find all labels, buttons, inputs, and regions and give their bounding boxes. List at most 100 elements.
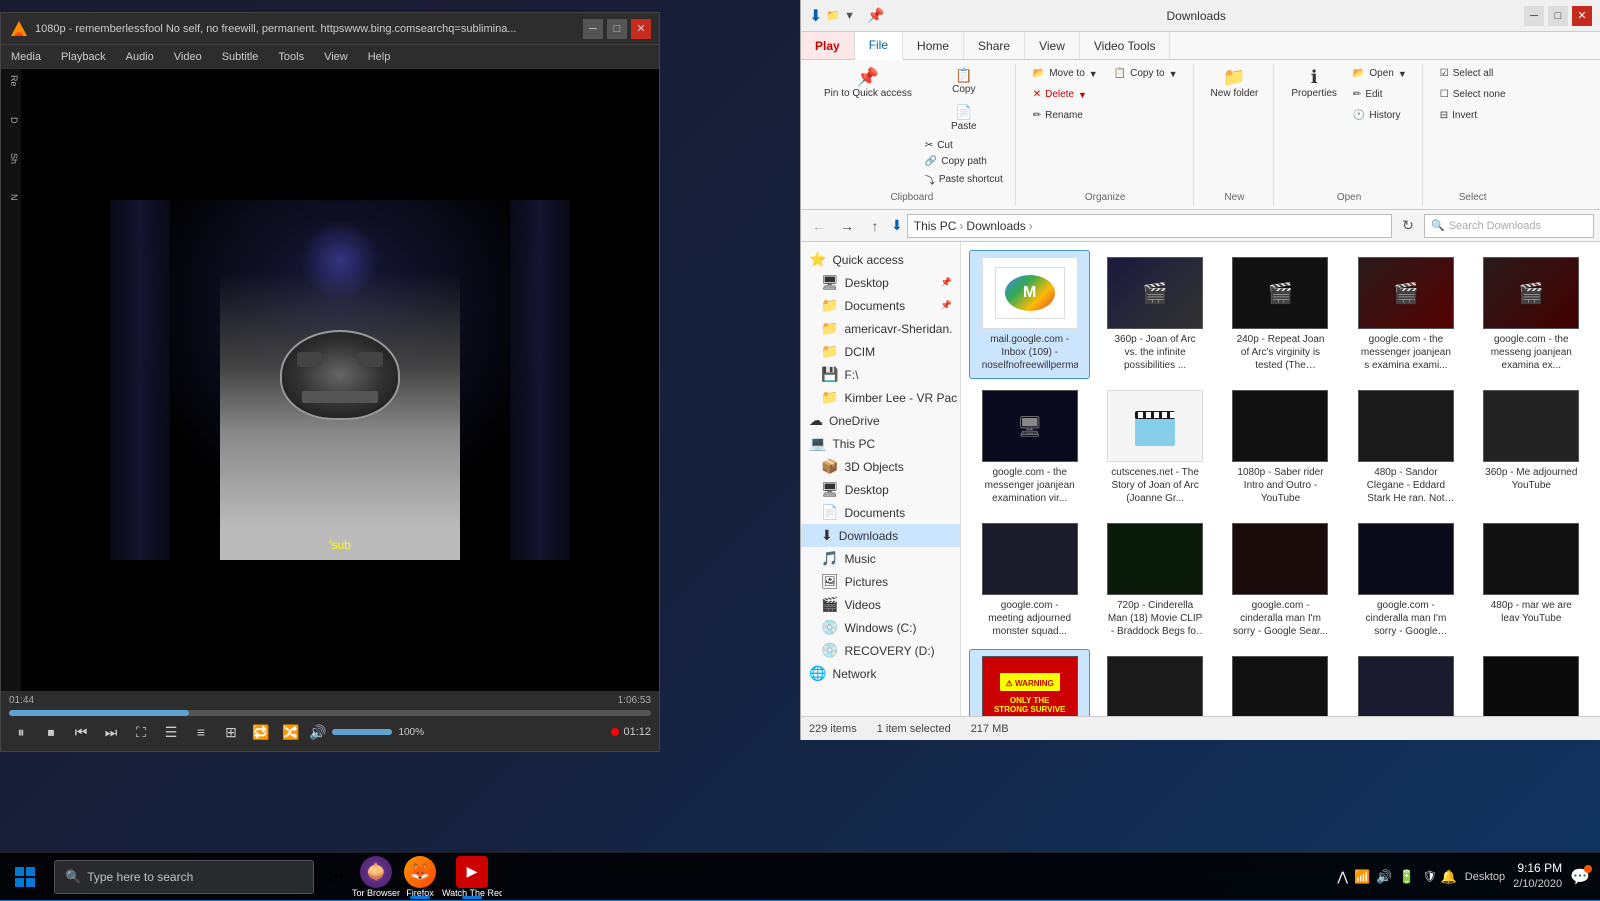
- sidebar-item-quickaccess[interactable]: ⭐ Quick access: [801, 248, 960, 271]
- vlc-toggle-button[interactable]: ⊞: [219, 720, 243, 744]
- file-item-13[interactable]: google.com - cinderalla man I'm sorry - …: [1345, 516, 1466, 645]
- sidebar-item-documents[interactable]: 📄 Documents: [801, 501, 960, 524]
- ribbon-tab-play[interactable]: Play: [801, 32, 855, 59]
- history-button[interactable]: 🕐 History: [1346, 106, 1414, 125]
- vlc-play-pause-button[interactable]: ⏸: [9, 720, 33, 744]
- paste-button[interactable]: 📄 Paste: [921, 101, 1007, 136]
- cut-button[interactable]: ✂ Cut: [921, 138, 1007, 153]
- sidebar-item-downloads[interactable]: ⬇ Downloads: [801, 524, 960, 547]
- search-box[interactable]: 🔍 Search Downloads: [1424, 214, 1594, 238]
- start-button[interactable]: [0, 853, 50, 901]
- file-item-1[interactable]: 🎬 360p - Joan of Arc vs. the infinite po…: [1094, 250, 1215, 379]
- tray-chevron[interactable]: ⋀: [1337, 869, 1348, 885]
- taskbar-app-firefox[interactable]: 🦊 Firefox: [398, 853, 442, 901]
- file-item-4[interactable]: 🎬 google.com - the messeng joanjean exam…: [1471, 250, 1592, 379]
- sidebar-item-thispc[interactable]: 💻 This PC: [801, 432, 960, 455]
- copy-to-button[interactable]: 📋 Copy to ▼: [1107, 64, 1185, 80]
- file-item-16[interactable]: 720p - One of the all time best CLIMAX -…: [1094, 649, 1215, 716]
- tray-battery[interactable]: 🔋: [1398, 869, 1414, 885]
- file-item-17[interactable]: 1080p - Dredd - I am the law. - YouTube: [1220, 649, 1341, 716]
- edit-button[interactable]: ✏ Edit: [1346, 85, 1414, 104]
- taskbar-clock[interactable]: 9:16 PM 2/10/2020: [1513, 860, 1562, 892]
- refresh-button[interactable]: ↻: [1396, 214, 1420, 238]
- explorer-minimize-button[interactable]: ─: [1524, 6, 1544, 26]
- sidebar-item-desktop-pin[interactable]: 🖥 Desktop 📌: [801, 271, 960, 294]
- vlc-volume-bar[interactable]: [332, 729, 392, 735]
- vlc-video-area[interactable]: 'sub: [21, 69, 659, 691]
- taskbar-search[interactable]: 🔍 Type here to search: [54, 860, 314, 894]
- vlc-close-button[interactable]: ✕: [631, 19, 651, 39]
- sidebar-item-dcim[interactable]: 📁 DCIM: [801, 340, 960, 363]
- vlc-prev-button[interactable]: ⏮: [69, 720, 93, 744]
- file-item-6[interactable]: cutscenes.net - The Story of Joan of Arc…: [1094, 383, 1215, 512]
- sidebar-item-3dobjects[interactable]: 📦 3D Objects: [801, 455, 960, 478]
- sidebar-item-windows-c[interactable]: 💿 Windows (C:): [801, 616, 960, 639]
- vlc-playlist-button[interactable]: ≡: [189, 720, 213, 744]
- nav-back-button[interactable]: ←: [807, 214, 831, 238]
- vlc-maximize-button[interactable]: □: [607, 19, 627, 39]
- ribbon-tab-share[interactable]: Share: [964, 32, 1025, 59]
- nav-forward-button[interactable]: →: [835, 214, 859, 238]
- select-none-button[interactable]: ☐ Select none: [1433, 85, 1513, 104]
- pin-quick-access-button[interactable]: 📌 Pin to Quick access: [817, 64, 919, 103]
- vlc-fullscreen-button[interactable]: ⛶: [129, 720, 153, 744]
- vlc-menu-subtitle[interactable]: Subtitle: [218, 49, 263, 65]
- vlc-next-button[interactable]: ⏭: [99, 720, 123, 744]
- delete-button[interactable]: ✕ Delete ▼: [1026, 85, 1105, 104]
- file-item-18[interactable]: 240p - serenity fighting scene - YouTube: [1345, 649, 1466, 716]
- file-item-12[interactable]: google.com - cinderalla man I'm sorry - …: [1220, 516, 1341, 645]
- action-center[interactable]: 💬: [1570, 867, 1590, 887]
- vlc-loop-button[interactable]: 🔁: [249, 720, 273, 744]
- show-desktop-label[interactable]: Desktop: [1465, 871, 1505, 883]
- file-item-gmail[interactable]: M mail.google.com - Inbox (109) - noself…: [969, 250, 1090, 379]
- open-button[interactable]: 📂 Open ▼: [1346, 64, 1414, 83]
- ribbon-tab-videotools[interactable]: Video Tools: [1080, 32, 1171, 59]
- ribbon-tab-file[interactable]: File: [855, 32, 903, 60]
- explorer-maximize-button[interactable]: □: [1548, 6, 1568, 26]
- file-item-7[interactable]: 1080p - Saber rider Intro and Outro - Yo…: [1220, 383, 1341, 512]
- file-item-11[interactable]: 720p - Cinderella Man (18) Movie CLIP - …: [1094, 516, 1215, 645]
- taskbar-app-tor[interactable]: 🧅 Tor Browser: [354, 853, 398, 901]
- vlc-extended-button[interactable]: ☰: [159, 720, 183, 744]
- sidebar-item-kimber[interactable]: 📁 Kimber Lee - VR Pac: [801, 386, 960, 409]
- vlc-menu-audio[interactable]: Audio: [122, 49, 158, 65]
- copy-button[interactable]: 📋 Copy: [921, 64, 1007, 99]
- sidebar-item-onedrive[interactable]: ☁ OneDrive: [801, 409, 960, 432]
- rename-button[interactable]: ✏ Rename: [1026, 106, 1105, 125]
- properties-button[interactable]: ℹ Properties: [1284, 64, 1344, 103]
- file-item-8[interactable]: 480p - Sandor Clegane - Eddard Stark He …: [1345, 383, 1466, 512]
- vlc-progress-bar[interactable]: [9, 710, 651, 716]
- vlc-menu-help[interactable]: Help: [364, 49, 395, 65]
- file-item-14[interactable]: 480p - mar we are leav YouTube: [1471, 516, 1592, 645]
- file-item-3[interactable]: 🎬 google.com - the messenger joanjean s …: [1345, 250, 1466, 379]
- sidebar-item-network[interactable]: 🌐 Network: [801, 662, 960, 685]
- sidebar-item-videos[interactable]: 🎬 Videos: [801, 593, 960, 616]
- sidebar-item-americavr[interactable]: 📁 americavr-Sheridan.: [801, 317, 960, 340]
- file-item-19[interactable]: 1080p - Warhammer Mark O Chaos(1080...: [1471, 649, 1592, 716]
- sidebar-item-recovery-d[interactable]: 💿 RECOVERY (D:): [801, 639, 960, 662]
- paste-shortcut-button[interactable]: ⤵ Paste shortcut: [921, 170, 1007, 189]
- sidebar-item-pictures[interactable]: 🖼 Pictures: [801, 570, 960, 593]
- move-to-button[interactable]: 📂 Move to ▼: [1026, 64, 1105, 83]
- vlc-menu-media[interactable]: Media: [7, 49, 45, 65]
- sidebar-item-music[interactable]: 🎵 Music: [801, 547, 960, 570]
- vlc-minimize-button[interactable]: ─: [583, 19, 603, 39]
- vlc-menu-view[interactable]: View: [320, 49, 352, 65]
- vlc-menu-playback[interactable]: Playback: [57, 49, 110, 65]
- ribbon-tab-home[interactable]: Home: [903, 32, 964, 59]
- file-item-5[interactable]: 🖥 google.com - the messenger joanjean ex…: [969, 383, 1090, 512]
- address-path[interactable]: This PC › Downloads ›: [907, 214, 1392, 238]
- tray-sound[interactable]: 🔊: [1376, 869, 1392, 885]
- sidebar-item-desktop[interactable]: 🖥 Desktop: [801, 478, 960, 501]
- invert-selection-button[interactable]: ⊟ Invert: [1433, 106, 1513, 125]
- sidebar-item-f-drive[interactable]: 💾 F:\: [801, 363, 960, 386]
- taskbar-app-redpill[interactable]: ▶ Watch The Red Pill 20...: [442, 853, 502, 901]
- tray-network[interactable]: 📶: [1354, 869, 1370, 885]
- file-item-15[interactable]: ⚠ WARNING ONLY THESTRONG SURVIVE 1080p -…: [969, 649, 1090, 716]
- ribbon-tab-view[interactable]: View: [1025, 32, 1080, 59]
- notification-icon[interactable]: 🔔: [1441, 869, 1457, 885]
- new-folder-button[interactable]: 📁 New folder: [1204, 64, 1266, 103]
- vlc-stop-button[interactable]: ⏹: [39, 720, 63, 744]
- vlc-shuffle-button[interactable]: 🔀: [279, 720, 303, 744]
- vlc-menu-video[interactable]: Video: [170, 49, 206, 65]
